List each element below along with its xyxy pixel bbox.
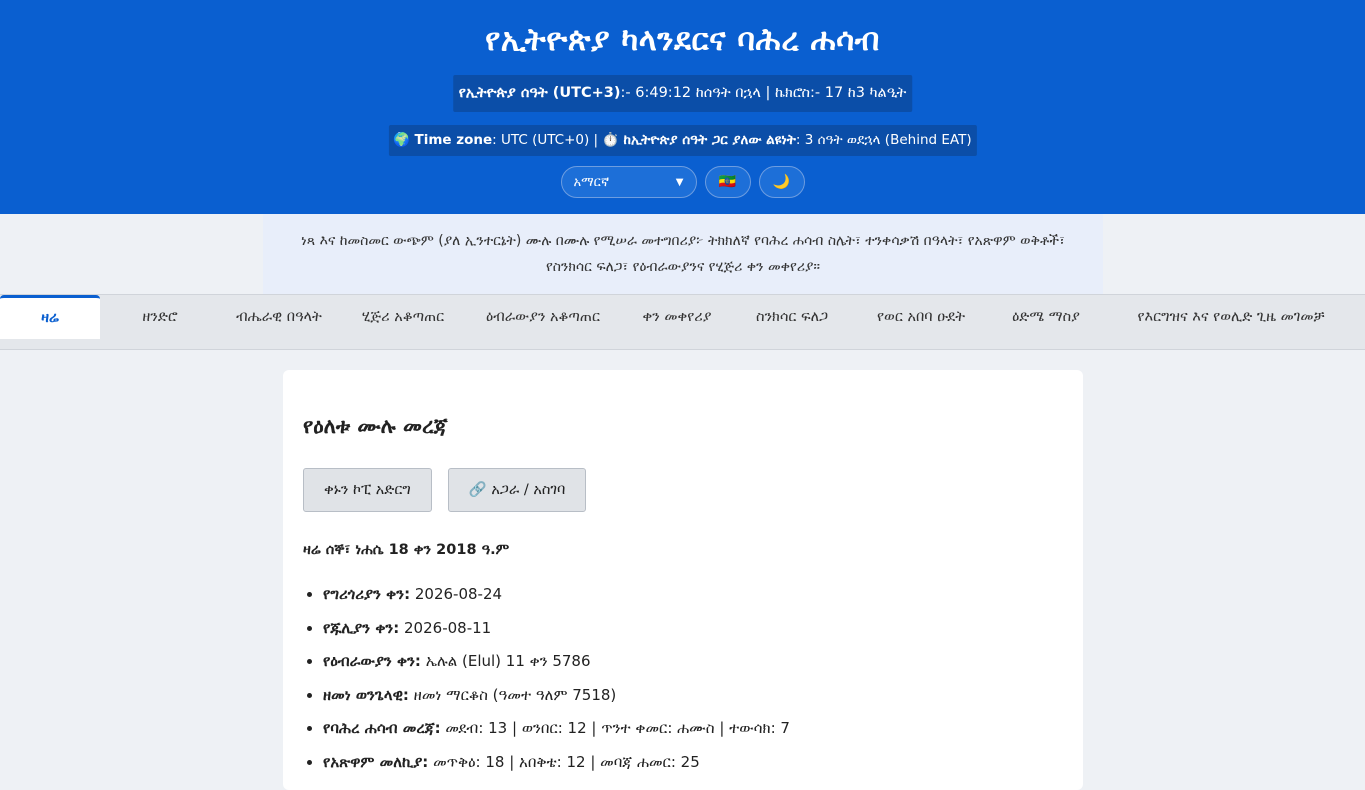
globe-icon: 🌍 bbox=[393, 132, 411, 148]
fact-value: መደብ: 13 | ወንበር: 12 | ጥንተ ቀመር: ሐሙስ | ተውሳክ… bbox=[440, 719, 790, 738]
timezone-value: : UTC (UTC+0) | bbox=[492, 132, 599, 148]
time-diff-label: ከኢትዮጵያ ሰዓት ጋር ያለው ልዩነት bbox=[623, 132, 796, 148]
card-actions: ቀኑን ኮፒ አድርግ 🔗 አጋራ / አስገባ bbox=[303, 468, 587, 512]
list-item: የአጽዋም መለኪያ: መጥቅዕ: 18 | አበቅቴ: 12 | መባጃ ሐመ… bbox=[323, 750, 790, 784]
card-title: የዕለቱ ሙሉ መረጃ bbox=[303, 414, 448, 438]
list-item: የባሕረ ሐሳብ መረጃ: መደብ: 13 | ወንበር: 12 | ጥንተ ቀ… bbox=[323, 716, 790, 750]
timezone-label: Time zone bbox=[414, 132, 493, 148]
fact-value: ዘመነ ማርቆስ (ዓመተ ዓለም 7518) bbox=[408, 685, 617, 704]
list-item: የጁሊያን ቀን: 2026-08-11 bbox=[323, 616, 790, 650]
tab-bar: ዛሬ ዘንድሮ ብሔራዊ በዓላት ሂጅሪ አቆጣጠር ዕብራውያን አቆጣጠር… bbox=[0, 294, 1365, 350]
today-card: የዕለቱ ሙሉ መረጃ ቀኑን ኮፒ አድርግ 🔗 አጋራ / አስገባ ዛሬ … bbox=[283, 370, 1083, 790]
fact-value: 2026-08-24 bbox=[410, 585, 503, 603]
app-header: የኢትዮጵያ ካላንደርና ባሕረ ሐሳብ የኢትዮጵያ ሰዓት (UTC+3)… bbox=[0, 0, 1365, 214]
time-diff-value: : 3 ሰዓት ወደኋላ (Behind EAT) bbox=[795, 132, 972, 148]
tab-today[interactable]: ዛሬ bbox=[0, 295, 100, 339]
ethiopia-flag-icon: 🇪🇹 bbox=[718, 174, 737, 190]
tab-age-calculator[interactable]: ዕድሜ ማስያ bbox=[994, 295, 1098, 339]
fact-label: ዘመነ ወንጌላዊ: bbox=[323, 685, 409, 704]
site-title: የኢትዮጵያ ካላንደርና ባሕረ ሐሳብ bbox=[485, 22, 880, 58]
date-facts-list: የግሪጎሪያን ቀን: 2026-08-24 የጁሊያን ቀን: 2026-08… bbox=[323, 582, 790, 784]
tab-pregnancy-calculator[interactable]: የእርግዝና እና የወሊድ ጊዜ መገመቻ bbox=[1098, 295, 1364, 339]
fact-label: የዕብራውያን ቀን: bbox=[323, 652, 421, 671]
flag-button[interactable]: 🇪🇹 bbox=[704, 166, 751, 198]
fact-value: ኤሉል (Elul) 11 ቀን 5786 bbox=[420, 652, 591, 671]
tab-synaxarium-search[interactable]: ስንክሳር ፍለጋ bbox=[736, 295, 848, 339]
ethiopian-clock: የኢትዮጵያ ሰዓት (UTC+3):- 6:49:12 ከሰዓት በኋላ | … bbox=[452, 75, 913, 112]
theme-toggle-button[interactable]: 🌙 bbox=[758, 166, 805, 198]
stopwatch-icon: ⏱️ bbox=[602, 132, 620, 148]
clock-value: :- 6:49:12 ከሰዓት በኋላ | ኬክሮስ:- 17 ከ3 ካልዒት bbox=[620, 85, 907, 101]
fact-label: የጁሊያን ቀን: bbox=[323, 618, 400, 637]
language-selected: አማርኛ bbox=[573, 174, 610, 190]
copy-date-button[interactable]: ቀኑን ኮፒ አድርግ bbox=[303, 468, 432, 512]
header-controls: አማርኛ ▼ 🇪🇹 🌙 bbox=[0, 166, 1365, 198]
fact-value: 2026-08-11 bbox=[399, 618, 492, 637]
list-item: ዘመነ ወንጌላዊ: ዘመነ ማርቆስ (ዓመተ ዓለም 7518) bbox=[323, 683, 790, 717]
chevron-down-icon: ▼ bbox=[675, 176, 684, 188]
app-description: ነጻ እና ከመስመር ውጭም (ያለ ኢንተርኔት) ሙሉ በሙሉ የሚሠራ … bbox=[263, 214, 1103, 294]
tab-menstrual-cycle[interactable]: የወር አበባ ዑደት bbox=[848, 295, 994, 339]
moon-icon: 🌙 bbox=[772, 174, 791, 190]
today-date: ዛሬ ሰኞ፣ ነሐሴ 18 ቀን 2018 ዓ.ም bbox=[303, 542, 510, 558]
tab-national-holidays[interactable]: ብሔራዊ በዓላት bbox=[220, 295, 338, 339]
list-item: የዕብራውያን ቀን: ኤሉል (Elul) 11 ቀን 5786 bbox=[323, 649, 790, 683]
tab-hebrew-calendar[interactable]: ዕብራውያን አቆጣጠር bbox=[468, 295, 618, 339]
timezone-info: 🌍 Time zone: UTC (UTC+0) | ⏱️ ከኢትዮጵያ ሰዓት… bbox=[388, 125, 977, 156]
share-button[interactable]: 🔗 አጋራ / አስገባ bbox=[447, 468, 587, 512]
fact-label: የባሕረ ሐሳብ መረጃ: bbox=[323, 719, 441, 738]
fact-label: የግሪጎሪያን ቀን: bbox=[323, 585, 411, 603]
clock-label: የኢትዮጵያ ሰዓት (UTC+3) bbox=[458, 85, 621, 101]
tab-this-year[interactable]: ዘንድሮ bbox=[100, 295, 220, 339]
tab-hijri-calendar[interactable]: ሂጅሪ አቆጣጠር bbox=[338, 295, 468, 339]
tab-date-converter[interactable]: ቀን መቀየሪያ bbox=[618, 295, 736, 339]
fact-label: የአጽዋም መለኪያ: bbox=[323, 752, 429, 771]
language-select[interactable]: አማርኛ ▼ bbox=[560, 166, 697, 198]
fact-value: መጥቅዕ: 18 | አበቅቴ: 12 | መባጃ ሐመር: 25 bbox=[428, 752, 700, 771]
list-item: የግሪጎሪያን ቀን: 2026-08-24 bbox=[323, 582, 790, 616]
